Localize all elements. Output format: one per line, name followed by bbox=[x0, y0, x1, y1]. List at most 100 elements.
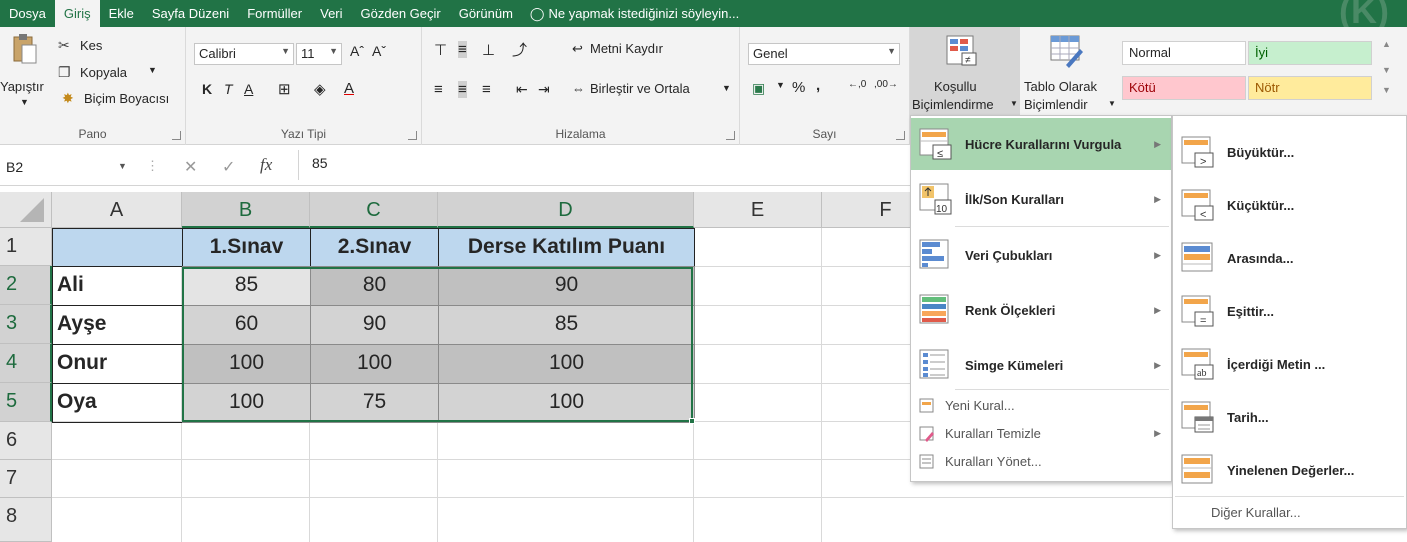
style-neutral[interactable]: Nötr bbox=[1248, 76, 1372, 100]
decrease-decimal-icon[interactable]: ,00→ bbox=[874, 79, 898, 90]
menu-item-highlight-cell-rules[interactable]: ≤ Hücre Kurallarını Vurgula ▶ bbox=[911, 118, 1171, 170]
submenu-item-greater-than[interactable]: > Büyüktür... bbox=[1173, 126, 1406, 178]
styles-more-icon[interactable]: ▼ bbox=[1382, 85, 1391, 95]
row-header-1[interactable]: 1 bbox=[0, 228, 52, 266]
menu-item-icon-sets[interactable]: Simge Kümeleri ▶ bbox=[911, 339, 1171, 391]
percent-button[interactable]: % bbox=[792, 79, 805, 96]
row-header-3[interactable]: 3 bbox=[0, 305, 52, 344]
cell-d1[interactable]: Derse Katılım Puanı bbox=[438, 228, 695, 267]
align-top-icon[interactable]: ⊤ bbox=[434, 41, 447, 59]
row-header-8[interactable]: 8 bbox=[0, 498, 52, 542]
column-header-e[interactable]: E bbox=[694, 192, 822, 228]
align-left-icon[interactable]: ≡ bbox=[434, 81, 443, 98]
row-header-6[interactable]: 6 bbox=[0, 422, 52, 460]
currency-icon[interactable]: ▣ bbox=[752, 80, 765, 97]
tab-home[interactable]: Giriş bbox=[54, 0, 100, 27]
cell-d4[interactable]: 100 bbox=[438, 344, 695, 384]
align-bottom-icon[interactable]: ⊥ bbox=[482, 41, 495, 59]
menu-item-top-bottom-rules[interactable]: 10 İlk/Son Kuralları ▶ bbox=[911, 173, 1171, 225]
submenu-item-date[interactable]: Tarih... bbox=[1173, 391, 1406, 443]
cell-a4[interactable]: Onur bbox=[52, 344, 183, 384]
chevron-down-icon[interactable]: ▼ bbox=[118, 161, 127, 171]
insert-function-icon[interactable]: fx bbox=[260, 155, 272, 175]
paste-dropdown-icon[interactable]: ▼ bbox=[20, 97, 29, 107]
submenu-item-duplicate-values[interactable]: Yinelenen Değerler... bbox=[1173, 444, 1406, 496]
tab-formulas[interactable]: Formüller bbox=[238, 0, 311, 27]
font-size-combo[interactable]: 11 ▼ bbox=[296, 43, 342, 65]
cell-a3[interactable]: Ayşe bbox=[52, 305, 183, 345]
select-all-button[interactable] bbox=[0, 192, 52, 228]
cell-a2[interactable]: Ali bbox=[52, 266, 183, 306]
cell-b2[interactable]: 85 bbox=[182, 266, 311, 306]
tab-view[interactable]: Görünüm bbox=[450, 0, 522, 27]
orientation-icon[interactable]: ⤴ bbox=[512, 39, 527, 60]
submenu-item-equal-to[interactable]: = Eşittir... bbox=[1173, 285, 1406, 337]
number-format-combo[interactable]: Genel ▼ bbox=[748, 43, 900, 65]
tab-file[interactable]: Dosya bbox=[0, 0, 55, 27]
menu-item-color-scales[interactable]: Renk Ölçekleri ▶ bbox=[911, 284, 1171, 336]
row-header-7[interactable]: 7 bbox=[0, 460, 52, 498]
cell-a5[interactable]: Oya bbox=[52, 383, 183, 423]
cancel-icon[interactable]: ✕ bbox=[184, 157, 197, 177]
column-header-d[interactable]: D bbox=[438, 192, 694, 228]
submenu-item-more-rules[interactable]: Diğer Kurallar... bbox=[1173, 501, 1406, 525]
cell-b1[interactable]: 1.Sınav bbox=[182, 228, 311, 267]
cell-a1[interactable] bbox=[52, 228, 183, 267]
submenu-item-less-than[interactable]: < Küçüktür... bbox=[1173, 179, 1406, 231]
menu-item-data-bars[interactable]: Veri Çubukları ▶ bbox=[911, 229, 1171, 281]
align-right-icon[interactable]: ≡ bbox=[482, 81, 491, 98]
menu-item-new-rule[interactable]: Yeni Kural... bbox=[911, 394, 1171, 418]
cell-c1[interactable]: 2.Sınav bbox=[310, 228, 439, 267]
column-header-b[interactable]: B bbox=[182, 192, 310, 228]
cell-c5[interactable]: 75 bbox=[310, 383, 439, 423]
tab-review[interactable]: Gözden Geçir bbox=[352, 0, 450, 27]
tab-data[interactable]: Veri bbox=[311, 0, 351, 27]
row-header-4[interactable]: 4 bbox=[0, 344, 52, 383]
formula-input[interactable]: 85 bbox=[312, 155, 328, 171]
increase-decimal-icon[interactable]: ←,0 bbox=[848, 79, 866, 90]
cell-d2[interactable]: 90 bbox=[438, 266, 695, 306]
cell-d3[interactable]: 85 bbox=[438, 305, 695, 345]
increase-indent-icon[interactable]: ⇥ bbox=[538, 81, 550, 98]
font-launcher-icon[interactable] bbox=[408, 131, 417, 140]
row-header-5[interactable]: 5 bbox=[0, 383, 52, 422]
cell-c2[interactable]: 80 bbox=[310, 266, 439, 306]
submenu-item-text-contains[interactable]: ab İçerdiği Metin ... bbox=[1173, 338, 1406, 390]
column-header-a[interactable]: A bbox=[52, 192, 182, 228]
tab-insert[interactable]: Ekle bbox=[100, 0, 143, 27]
cell-d5[interactable]: 100 bbox=[438, 383, 695, 423]
font-color-icon[interactable]: A bbox=[344, 80, 354, 97]
font-name-combo[interactable]: Calibri ▼ bbox=[194, 43, 294, 65]
paste-button[interactable]: Yapıştır bbox=[0, 79, 44, 94]
fill-color-icon[interactable]: ◈ bbox=[314, 80, 326, 98]
merge-center-button[interactable]: Birleştir ve Ortala bbox=[590, 81, 690, 96]
copy-button[interactable]: Kopyala bbox=[80, 65, 127, 80]
cell-b5[interactable]: 100 bbox=[182, 383, 311, 423]
name-box[interactable]: B2 ▼ bbox=[0, 156, 150, 180]
comma-button[interactable]: , bbox=[816, 77, 820, 94]
cell-b4[interactable]: 100 bbox=[182, 344, 311, 384]
conditional-formatting-button[interactable]: ≠ Koşullu Biçimlendirme ▼ bbox=[910, 27, 1020, 119]
style-good[interactable]: İyi bbox=[1248, 41, 1372, 65]
shrink-font-icon[interactable]: Aˇ bbox=[372, 43, 386, 59]
paste-icon[interactable] bbox=[10, 33, 38, 67]
format-as-table-button[interactable]: Tablo Olarak Biçimlendir ▼ bbox=[1020, 27, 1116, 119]
chevron-down-icon[interactable]: ▼ bbox=[722, 83, 731, 93]
cut-button[interactable]: Kes bbox=[80, 38, 102, 53]
tab-page-layout[interactable]: Sayfa Düzeni bbox=[143, 0, 238, 27]
style-bad[interactable]: Kötü bbox=[1122, 76, 1246, 100]
tell-me-box[interactable]: ◯ Ne yapmak istediğinizi söyleyin... bbox=[522, 6, 739, 22]
enter-icon[interactable]: ✓ bbox=[222, 157, 235, 177]
cell-c4[interactable]: 100 bbox=[310, 344, 439, 384]
clipboard-launcher-icon[interactable] bbox=[172, 131, 181, 140]
styles-scroll-up-icon[interactable]: ▲ bbox=[1382, 39, 1391, 49]
decrease-indent-icon[interactable]: ⇤ bbox=[516, 81, 528, 98]
cell-b3[interactable]: 60 bbox=[182, 305, 311, 345]
column-header-c[interactable]: C bbox=[310, 192, 438, 228]
grow-font-icon[interactable]: Aˆ bbox=[350, 43, 364, 59]
borders-icon[interactable]: ⊞ bbox=[278, 80, 291, 98]
cell-c3[interactable]: 90 bbox=[310, 305, 439, 345]
row-header-2[interactable]: 2 bbox=[0, 266, 52, 305]
italic-button[interactable]: T bbox=[224, 81, 233, 97]
alignment-launcher-icon[interactable] bbox=[726, 131, 735, 140]
